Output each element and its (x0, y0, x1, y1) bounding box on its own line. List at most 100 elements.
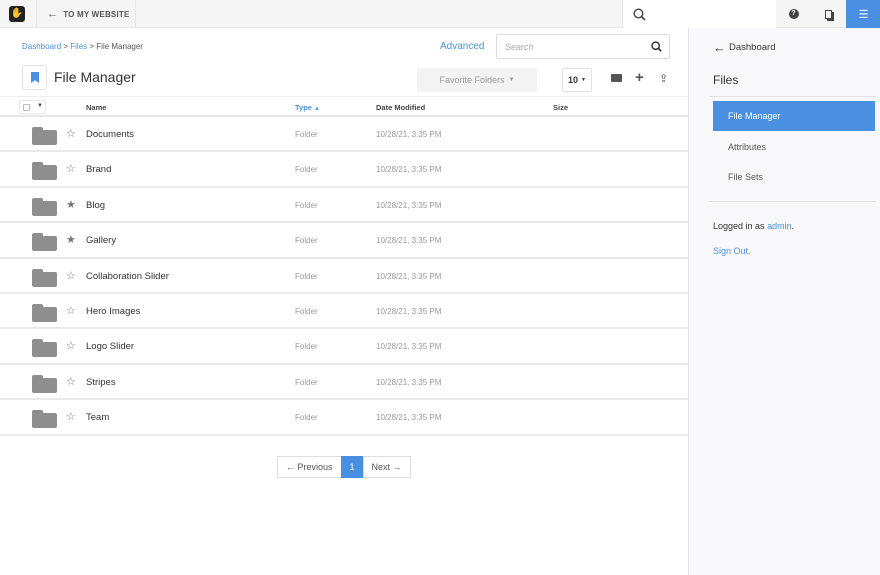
help-icon: ? (788, 9, 799, 19)
file-name[interactable]: Collaboration Slider (86, 271, 169, 282)
file-type: Folder (295, 307, 318, 316)
file-name[interactable]: Gallery (86, 235, 116, 246)
table-row[interactable]: ☆ Logo Slider Folder 10/28/21, 3:35 PM (0, 329, 688, 365)
file-name[interactable]: Team (86, 412, 109, 423)
star-outline-icon[interactable]: ☆ (66, 304, 76, 317)
col-date[interactable]: Date Modified (376, 103, 425, 112)
caret-down-icon: ▼ (581, 77, 586, 83)
col-type-label: Type (295, 103, 312, 112)
file-type: Folder (295, 130, 318, 139)
col-size[interactable]: Size (553, 103, 568, 112)
folder-icon (32, 162, 57, 181)
file-date: 10/28/21, 3:35 PM (376, 236, 442, 246)
table-row[interactable]: ☆ Team Folder 10/28/21, 3:35 PM (0, 400, 688, 436)
sidebar-heading: Files (713, 73, 739, 87)
top-toolbar: ✋ ← TO MY WEBSITE ? ☰ (0, 0, 880, 28)
sidebar-back-dashboard[interactable]: ← Dashboard (713, 40, 775, 55)
sliders-icon: ☰ (858, 8, 869, 21)
star-outline-icon[interactable]: ☆ (66, 375, 76, 388)
table-row[interactable]: ☆ Brand Folder 10/28/21, 3:35 PM (0, 152, 688, 188)
file-name[interactable]: Stripes (86, 377, 116, 388)
sitemap-button[interactable] (811, 0, 846, 28)
caret-down-icon: ▼ (37, 103, 43, 109)
file-type: Folder (295, 236, 318, 246)
folder-icon (32, 233, 57, 252)
breadcrumb-files[interactable]: Files (70, 42, 87, 51)
star-filled-icon[interactable]: ★ (66, 198, 76, 211)
sidebar-item-file-manager[interactable]: File Manager (713, 101, 875, 131)
col-type[interactable]: Type ▲ (295, 103, 320, 112)
table-row[interactable]: ☆ Collaboration Slider Folder 10/28/21, … (0, 259, 688, 294)
table-header: ▼ Name Type ▲ Date Modified Size (0, 96, 688, 117)
file-date: 10/28/21, 3:35 PM (376, 307, 442, 316)
file-name[interactable]: Brand (86, 164, 111, 175)
favorite-folders-dropdown[interactable]: Favorite Folders ▼ (417, 68, 537, 92)
divider (709, 96, 876, 97)
file-type: Folder (295, 200, 318, 210)
search-icon[interactable] (651, 41, 662, 52)
file-name[interactable]: Logo Slider (86, 341, 134, 352)
sidebar-item-attributes[interactable]: Attributes (713, 132, 875, 162)
folder-icon (32, 339, 57, 358)
help-button[interactable]: ? (776, 0, 811, 28)
toolbar-search-input[interactable] (622, 0, 776, 28)
sort-asc-icon: ▲ (314, 106, 320, 112)
arrow-left-icon: ← (47, 8, 59, 20)
pages-icon (825, 9, 832, 19)
star-filled-icon[interactable]: ★ (66, 233, 76, 246)
file-date: 10/28/21, 3:35 PM (376, 130, 442, 139)
star-outline-icon[interactable]: ☆ (66, 269, 76, 282)
caret-down-icon: ▼ (508, 77, 515, 83)
folder-icon (32, 410, 57, 429)
per-page-value: 10 (568, 75, 579, 85)
file-type: Folder (295, 413, 318, 423)
back-label: TO MY WEBSITE (63, 9, 130, 19)
star-outline-icon[interactable]: ☆ (66, 162, 76, 175)
sidebar-item-file-sets[interactable]: File Sets (713, 162, 875, 192)
breadcrumb-dashboard[interactable]: Dashboard (22, 42, 61, 51)
file-name[interactable]: Hero Images (86, 306, 140, 317)
breadcrumb: Dashboard > Files > File Manager (22, 42, 143, 51)
new-folder-icon[interactable] (611, 74, 622, 82)
page-1-button[interactable]: 1 (340, 456, 364, 478)
table-row[interactable]: ☆ Stripes Folder 10/28/21, 3:35 PM (0, 365, 688, 401)
folder-icon (32, 374, 57, 393)
file-name[interactable]: Documents (86, 129, 134, 140)
star-outline-icon[interactable]: ☆ (66, 127, 76, 140)
file-name[interactable]: Blog (86, 200, 105, 211)
logged-in-text: Logged in as admin. (713, 221, 795, 231)
star-outline-icon[interactable]: ☆ (66, 339, 76, 352)
file-date: 10/28/21, 3:35 PM (376, 200, 442, 210)
star-outline-icon[interactable]: ☆ (66, 410, 76, 423)
page-title: File Manager (54, 69, 136, 85)
previous-page-button[interactable]: ← Previous (277, 456, 342, 478)
file-date: 10/28/21, 3:35 PM (376, 165, 442, 175)
per-page-select[interactable]: 10 ▼ (562, 68, 592, 92)
settings-button[interactable]: ☰ (846, 0, 880, 28)
table-row[interactable]: ★ Gallery Folder 10/28/21, 3:35 PM (0, 223, 688, 259)
folder-icon (32, 304, 57, 322)
user-link[interactable]: admin (767, 221, 792, 231)
search-input[interactable]: Search (496, 34, 670, 59)
sign-out-text: Sign Out. (713, 246, 751, 256)
select-all-checkbox[interactable]: ▼ (19, 100, 46, 114)
bookmark-icon[interactable] (22, 65, 47, 90)
file-type: Folder (295, 165, 318, 175)
col-name[interactable]: Name (86, 103, 106, 112)
folder-icon (32, 127, 57, 145)
sign-out-link[interactable]: Sign Out. (713, 246, 751, 256)
file-date: 10/28/21, 3:35 PM (376, 342, 442, 352)
next-page-button[interactable]: Next → (362, 456, 411, 478)
table-row[interactable]: ★ Blog Folder 10/28/21, 3:35 PM (0, 188, 688, 224)
concrete-logo-icon[interactable]: ✋ (9, 6, 25, 22)
back-to-website-button[interactable]: ← TO MY WEBSITE (36, 0, 136, 28)
table-row[interactable]: ☆ Hero Images Folder 10/28/21, 3:35 PM (0, 294, 688, 330)
add-icon[interactable]: + (635, 70, 644, 85)
search-placeholder: Search (505, 42, 534, 52)
table-row[interactable]: ☆ Documents Folder 10/28/21, 3:35 PM (0, 117, 688, 153)
advanced-search-link[interactable]: Advanced (440, 41, 484, 52)
divider (709, 201, 876, 202)
upload-icon[interactable]: ⇪ (659, 72, 668, 86)
favorite-folders-label: Favorite Folders (439, 75, 505, 85)
file-date: 10/28/21, 3:35 PM (376, 413, 442, 423)
